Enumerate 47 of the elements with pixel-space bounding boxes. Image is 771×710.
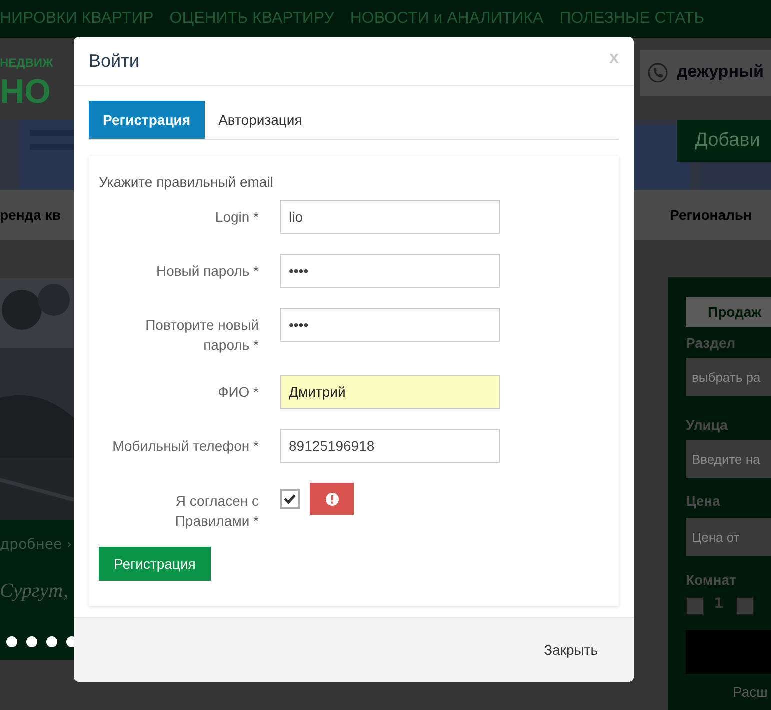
nav-link[interactable]: НОВОСТИ и АНАЛИТИКА [350, 10, 544, 28]
error-button[interactable] [310, 483, 354, 515]
banner-link[interactable]: Региональн [670, 207, 752, 223]
nav-link[interactable]: НИРОВКИ КВАРТИР [0, 10, 154, 28]
check-icon [284, 494, 296, 504]
expand-link[interactable]: Расш [733, 684, 768, 700]
street-field[interactable]: Введите на [686, 440, 771, 478]
checkbox-label: 1 [714, 596, 724, 612]
slide-caption: Сургут, [0, 580, 69, 603]
logo-text: НЕДВИЖ [0, 56, 54, 70]
more-link[interactable]: дробнее › [0, 537, 72, 553]
input-field[interactable]: Дмитрий [280, 375, 500, 409]
tab[interactable]: Авторизация [204, 101, 316, 139]
field-label: Комнат [686, 572, 736, 588]
checkbox[interactable] [280, 489, 300, 509]
search-tab[interactable]: Продаж [686, 297, 771, 327]
field-label: Login * [214, 208, 259, 227]
field-label: Новый пароль * [155, 262, 259, 281]
slider-dots[interactable] [6, 635, 74, 649]
field-label: Улица [686, 417, 728, 433]
phone-label: дежурный [677, 62, 764, 82]
dialog-title: Войти [89, 50, 140, 72]
input-field[interactable]: •••• [280, 254, 500, 288]
field-label: Мобильный телефон * [112, 437, 259, 456]
nav-link[interactable]: ПОЛЕЗНЫЕ СТАТЬ [560, 10, 705, 28]
logo-text: НО [0, 72, 51, 112]
input-field[interactable]: 89125196918 [280, 429, 500, 463]
register-button[interactable]: Регистрация [99, 547, 211, 581]
phone-icon [648, 63, 668, 83]
section-select[interactable]: выбрать ра [686, 358, 771, 396]
field-label: Повторите новый пароль * [144, 316, 259, 355]
input-field[interactable]: lio [280, 200, 500, 234]
error-message: Укажите правильный email [99, 174, 274, 190]
field-label: Цена [686, 493, 720, 509]
tab[interactable]: Регистрация [89, 101, 205, 139]
close-button[interactable]: Закрыть [538, 641, 604, 659]
field-label: ФИО * [217, 383, 259, 402]
error-icon [326, 492, 338, 506]
add-button[interactable]: Добави [677, 120, 771, 162]
field-label: Раздел [686, 335, 736, 351]
banner-link[interactable]: ренда кв [0, 207, 61, 223]
nav-link[interactable]: ОЦЕНИТЬ КВАРТИРУ [170, 10, 334, 28]
price-field[interactable]: Цена от [686, 518, 771, 556]
checkbox[interactable] [736, 597, 754, 615]
field-label: Я согласен с Правилами * [174, 492, 259, 531]
checkbox[interactable] [686, 597, 704, 615]
input-field[interactable]: •••• [280, 308, 500, 342]
